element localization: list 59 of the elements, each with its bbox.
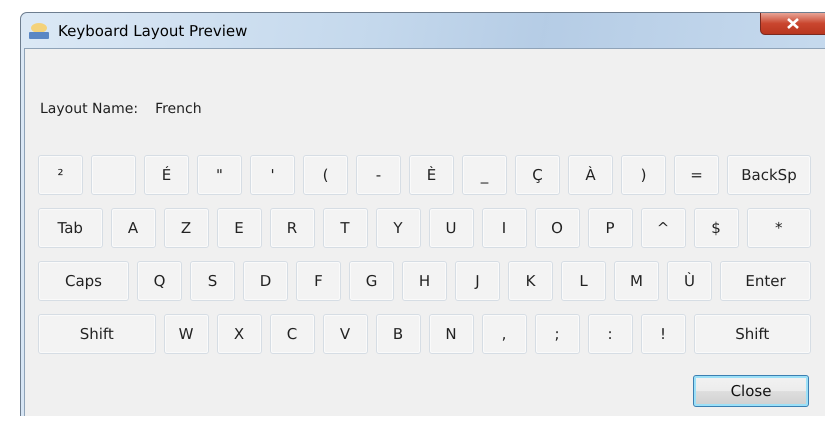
- keyboard-key[interactable]: Z: [164, 208, 208, 248]
- keyboard-key[interactable]: !: [640, 314, 686, 354]
- keyboard-key[interactable]: K: [508, 261, 553, 301]
- close-button[interactable]: [760, 13, 825, 35]
- keyboard-key[interactable]: O: [534, 208, 580, 248]
- keyboard-key[interactable]: *: [746, 208, 811, 248]
- keyboard-key[interactable]: X: [216, 314, 262, 354]
- keyboard-key[interactable]: :: [588, 314, 632, 354]
- keyboard-key[interactable]: L: [561, 261, 606, 301]
- keyboard-icon: [28, 20, 50, 40]
- keyboard-key[interactable]: -: [356, 155, 401, 195]
- keyboard-key[interactable]: B: [376, 314, 420, 354]
- keyboard-key[interactable]: J: [455, 261, 500, 301]
- keyboard-key[interactable]: ^: [640, 208, 686, 248]
- keyboard-key[interactable]: V: [322, 314, 368, 354]
- keyboard-key[interactable]: A: [110, 208, 156, 248]
- keyboard-key[interactable]: _: [462, 155, 507, 195]
- keyboard-key[interactable]: =: [674, 155, 719, 195]
- keyboard-key[interactable]: ²: [38, 155, 83, 195]
- keyboard-key[interactable]: ": [197, 155, 242, 195]
- keyboard-key[interactable]: N: [428, 314, 474, 354]
- keyboard-key[interactable]: U: [428, 208, 474, 248]
- close-icon: [787, 18, 799, 29]
- keyboard-key[interactable]: Ç: [515, 155, 560, 195]
- keyboard-key[interactable]: Tab: [38, 208, 102, 248]
- keyboard-key[interactable]: Shift: [38, 314, 156, 354]
- keyboard-key[interactable]: S: [190, 261, 235, 301]
- keyboard-key[interactable]: É: [144, 155, 189, 195]
- keyboard-key[interactable]: D: [243, 261, 288, 301]
- keyboard-key[interactable]: E: [216, 208, 262, 248]
- keyboard-key[interactable]: F: [296, 261, 341, 301]
- keyboard-key[interactable]: BackSp: [727, 155, 811, 195]
- keyboard-key[interactable]: ': [250, 155, 295, 195]
- keyboard-key[interactable]: W: [164, 314, 208, 354]
- keyboard-key[interactable]: Ù: [667, 261, 712, 301]
- keyboard-key[interactable]: ;: [534, 314, 580, 354]
- keyboard-key[interactable]: T: [322, 208, 368, 248]
- close-dialog-button[interactable]: Close: [693, 375, 809, 407]
- keyboard-key[interactable]: Caps: [38, 261, 129, 301]
- keyboard-key[interactable]: $: [694, 208, 738, 248]
- keyboard-key[interactable]: R: [270, 208, 314, 248]
- keyboard-key[interactable]: P: [588, 208, 632, 248]
- keyboard-key[interactable]: C: [270, 314, 314, 354]
- layout-name-value: French: [155, 101, 202, 117]
- keyboard-key[interactable]: Q: [137, 261, 182, 301]
- keyboard-key[interactable]: M: [614, 261, 659, 301]
- keyboard-key[interactable]: G: [349, 261, 394, 301]
- keyboard-key[interactable]: H: [402, 261, 447, 301]
- keyboard-key[interactable]: Shift: [694, 314, 811, 354]
- keyboard-key[interactable]: ,: [482, 314, 526, 354]
- layout-name-label: Layout Name:: [40, 101, 138, 117]
- keyboard-key[interactable]: À: [568, 155, 613, 195]
- keyboard-key[interactable]: Y: [376, 208, 420, 248]
- window-title: Keyboard Layout Preview: [58, 22, 248, 40]
- keyboard-key[interactable]: I: [482, 208, 526, 248]
- keyboard-key[interactable]: È: [409, 155, 454, 195]
- keyboard-key[interactable]: Enter: [720, 261, 811, 301]
- keyboard-key[interactable]: ): [621, 155, 666, 195]
- keyboard-key[interactable]: (: [303, 155, 348, 195]
